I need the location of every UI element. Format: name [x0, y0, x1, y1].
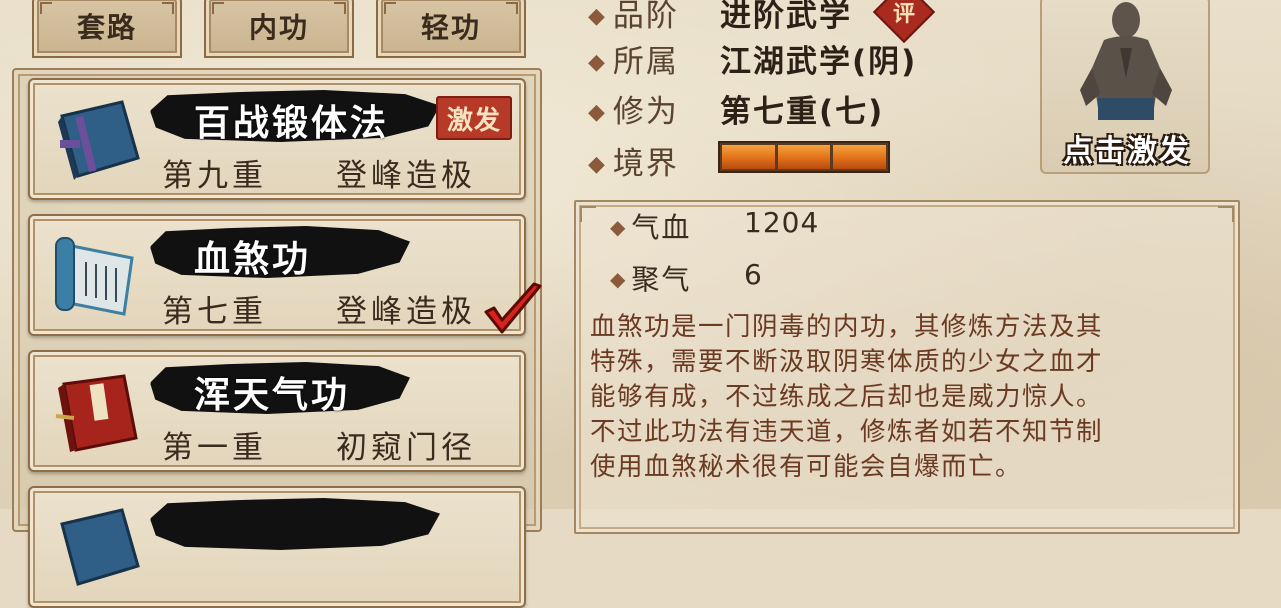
tab-label: 套路 [76, 11, 137, 44]
diamond-icon: ◆ [588, 4, 607, 29]
realm-label: 境界 [612, 146, 679, 182]
blue-book-icon [58, 100, 140, 180]
diamond-icon: ◆ [610, 267, 628, 291]
diamond-icon: ◆ [588, 100, 607, 125]
stat-value: 1204 [744, 206, 820, 239]
grade-row: ◆ 品阶 进阶武学 [588, 0, 850, 35]
tab-label: 内功 [248, 11, 309, 44]
tab-label: 轻功 [420, 11, 481, 44]
skill-rank: 登峰造极 [336, 158, 476, 194]
realm-progress-bar [718, 141, 890, 173]
skill-level: 第九重 [162, 158, 267, 194]
blue-book-icon [60, 508, 140, 586]
description-line: 不过此功法有违天道，修炼者如若不知节制 [590, 417, 1104, 447]
tab-taolu[interactable]: 套路 [32, 0, 182, 58]
skill-rank: 登峰造极 [336, 294, 476, 330]
skill-card-selected[interactable]: 血煞功 第七重 登峰造极 [28, 214, 542, 336]
name-brush-stroke [150, 498, 440, 550]
diamond-icon: ◆ [610, 215, 628, 239]
cultivation-row: ◆ 修为 第七重(七) [588, 86, 882, 131]
skill-card[interactable]: 浑天气功 第一重 初窥门径 [28, 350, 526, 472]
checkmark-icon [484, 282, 542, 334]
diamond-icon: ◆ [588, 50, 607, 75]
description-line: 使用血煞秘术很有可能会自爆而亡。 [590, 452, 1023, 482]
cultivation-label: 修为 [612, 94, 679, 130]
stat-value: 6 [744, 258, 763, 291]
stat-label: 气血 [631, 211, 692, 244]
skill-level: 第七重 [162, 294, 267, 330]
review-badge-label: 评 [892, 1, 915, 27]
activate-portrait-button[interactable]: 点击激发 [1040, 0, 1210, 174]
realm-row: ◆ 境界 [588, 138, 709, 183]
tab-qinggong[interactable]: 轻功 [376, 0, 526, 58]
skill-name: 百战锻体法 [194, 103, 390, 144]
description-line: 特殊，需要不断汲取阴寒体质的少女之血才 [590, 347, 1104, 377]
belong-label: 所属 [612, 44, 679, 80]
belong-row: ◆ 所属 江湖武学(阴) [588, 36, 915, 81]
grade-value: 进阶武学 [720, 0, 852, 34]
realm-segment [722, 145, 775, 169]
description-line: 能够有成，不过练成之后却也是威力惊人。 [590, 382, 1104, 412]
cultivation-value: 第七重(七) [720, 94, 885, 130]
realm-segment [777, 145, 831, 169]
stat-qi: ◆ 聚气 6 [610, 258, 762, 298]
diamond-icon: ◆ [588, 152, 607, 177]
description-line: 血煞功是一门阴毒的内功，其修炼方法及其 [590, 312, 1104, 342]
red-book-icon [55, 374, 138, 452]
skill-rank: 初窥门径 [336, 430, 476, 466]
stat-hp: ◆ 气血 1204 [610, 206, 818, 246]
stat-label: 聚气 [631, 263, 692, 296]
skill-name: 血煞功 [194, 239, 312, 280]
activate-caption: 点击激发 [1063, 134, 1191, 169]
skill-card[interactable] [28, 486, 526, 608]
belong-value: 江湖武学(阴) [720, 44, 918, 80]
activated-stamp: 激发 [436, 96, 512, 140]
corner-ornament [1218, 206, 1234, 222]
tab-neigong[interactable]: 内功 [204, 0, 354, 58]
realm-segment [833, 145, 887, 169]
grade-label: 品阶 [612, 0, 679, 34]
corner-ornament [580, 206, 596, 222]
meditating-monk-icon [1080, 2, 1172, 120]
skill-name: 浑天气功 [194, 375, 351, 416]
skill-card[interactable]: 百战锻体法 激发 第九重 登峰造极 [28, 78, 526, 200]
scroll-icon [55, 237, 134, 316]
skill-description: 血煞功是一门阴毒的内功，其修炼方法及其 特殊，需要不断汲取阴寒体质的少女之血才 … [590, 310, 1230, 485]
skill-level: 第一重 [162, 430, 267, 466]
